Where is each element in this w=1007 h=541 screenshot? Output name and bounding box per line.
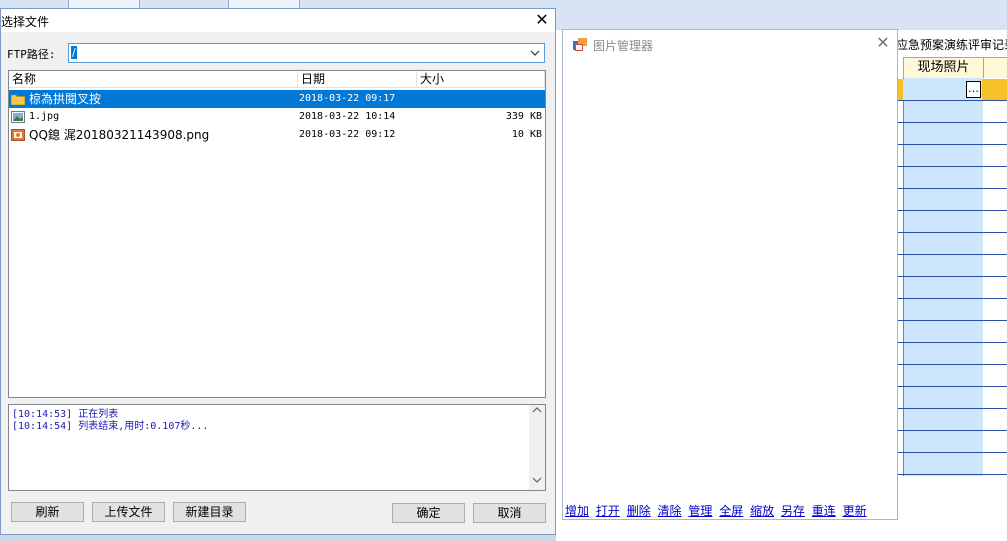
grid-row-line (897, 276, 1007, 277)
open-link[interactable]: 打开 (596, 504, 620, 518)
ftp-path-combobox[interactable]: / (68, 43, 545, 63)
grid-row-line (897, 298, 1007, 299)
new-folder-button[interactable]: 新建目录 (173, 502, 246, 522)
column-header-next[interactable] (983, 57, 1007, 79)
ftp-path-label: FTP路径: (7, 48, 56, 61)
close-icon[interactable]: ✕ (874, 34, 892, 52)
manage-link[interactable]: 管理 (688, 504, 712, 518)
grid-row-line (897, 232, 1007, 233)
image-file-icon (11, 111, 25, 123)
column-header-name[interactable]: 名称 (9, 71, 298, 88)
file-list[interactable]: 名称 日期 大小 椋為拱閱叉按 2018-03-22 09:17 1.jpg 2… (8, 70, 546, 398)
file-date: 2018-03-22 10:14 (299, 111, 396, 122)
grid-row-line (897, 166, 1007, 167)
clear-link[interactable]: 清除 (658, 504, 682, 518)
update-link[interactable]: 更新 (843, 504, 867, 518)
grid-row-line (897, 100, 1007, 101)
refresh-button[interactable]: 刷新 (11, 502, 84, 522)
image-manager-title: 图片管理器 (593, 39, 654, 53)
browse-ellipsis-button[interactable]: … (966, 81, 981, 98)
select-file-dialog: 选择文件 ✕ FTP路径: / 名称 日期 大小 椋為拱閱叉按 2018-03-… (0, 8, 556, 535)
log-line: [10:14:53] 正在列表 (12, 409, 119, 420)
log-output[interactable]: [10:14:53] 正在列表 [10:14:54] 列表结束,用时:0.107… (8, 404, 546, 491)
fullscreen-link[interactable]: 全屏 (719, 504, 743, 518)
file-size: 339 KB (505, 111, 542, 122)
png-file-icon (11, 129, 25, 141)
grid-row-line (897, 188, 1007, 189)
column-header-site-photo[interactable]: 现场照片 (903, 57, 984, 79)
file-size: 10 KB (511, 129, 542, 140)
grid-title: 应急预案演练评审记录 (896, 38, 1007, 52)
dialog-title: 选择文件 (1, 15, 50, 29)
next-column (983, 78, 1007, 476)
grid-row-line (897, 122, 1007, 123)
grid-row-line (897, 254, 1007, 255)
close-icon[interactable]: ✕ (531, 10, 553, 30)
file-name: 1.jpg (29, 111, 60, 122)
zoom-link[interactable]: 缩放 (750, 504, 774, 518)
file-name: QQ鎴 浘20180321143908.png (29, 128, 210, 142)
file-row[interactable]: QQ鎴 浘20180321143908.png 2018-03-22 09:12… (9, 126, 545, 144)
grid-row-line (897, 430, 1007, 431)
reconnect-link[interactable]: 重连 (812, 504, 836, 518)
ok-button[interactable]: 确定 (392, 503, 465, 523)
image-manager-actions: 增加 打开 删除 清除 管理 全屏 缩放 另存 重连 更新 (565, 502, 870, 519)
grid-row-line (897, 452, 1007, 453)
delete-link[interactable]: 删除 (627, 504, 651, 518)
dialog-titlebar[interactable]: 选择文件 ✕ (1, 9, 555, 32)
scroll-down-icon[interactable] (529, 475, 545, 489)
grid-row-line (897, 364, 1007, 365)
file-date: 2018-03-22 09:12 (299, 129, 396, 140)
column-header-size[interactable]: 大小 (417, 71, 545, 88)
file-row[interactable]: 1.jpg 2018-03-22 10:14 339 KB (9, 108, 545, 126)
save-as-link[interactable]: 另存 (781, 504, 805, 518)
add-link[interactable]: 增加 (565, 504, 589, 518)
photo-column (903, 78, 984, 476)
scroll-up-icon[interactable] (529, 405, 545, 419)
ftp-path-value: / (71, 46, 77, 59)
log-line: [10:14:54] 列表结束,用时:0.107秒... (12, 421, 209, 432)
file-row[interactable]: 椋為拱閱叉按 2018-03-22 09:17 (9, 90, 545, 108)
upload-file-button[interactable]: 上传文件 (92, 502, 165, 522)
grid-row-line (897, 320, 1007, 321)
column-header-date[interactable]: 日期 (298, 71, 417, 88)
grid-row-line (897, 386, 1007, 387)
file-name: 椋為拱閱叉按 (29, 92, 102, 106)
window-app-icon (573, 38, 587, 51)
cancel-button[interactable]: 取消 (473, 503, 546, 523)
file-date: 2018-03-22 09:17 (299, 93, 396, 104)
grid-row-line (897, 144, 1007, 145)
grid-row-line (897, 210, 1007, 211)
image-manager-window: 图片管理器 ✕ 增加 打开 删除 清除 管理 全屏 缩放 另存 重连 更新 (562, 29, 898, 520)
folder-icon (10, 93, 26, 106)
grid-row-line (897, 474, 1007, 475)
log-scrollbar[interactable] (529, 405, 545, 490)
chevron-down-icon[interactable] (529, 45, 541, 64)
grid-row-line (897, 342, 1007, 343)
grid-row-line (897, 408, 1007, 409)
